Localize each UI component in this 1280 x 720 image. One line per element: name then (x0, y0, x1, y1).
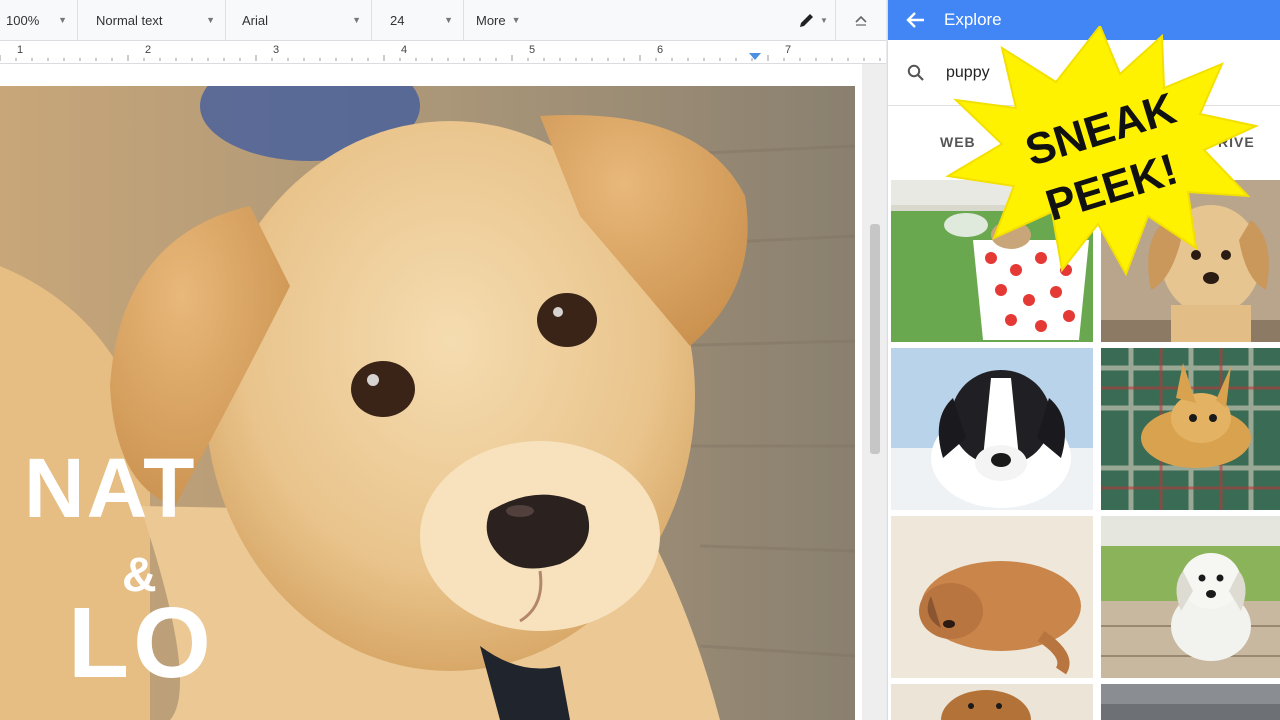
chevron-down-icon: ▼ (352, 15, 361, 25)
chevron-down-icon: ▼ (511, 15, 521, 25)
collapse-toolbar-button[interactable] (836, 0, 886, 40)
chevron-down-icon: ▼ (206, 15, 215, 25)
back-button[interactable] (888, 0, 944, 40)
scrollbar-thumb[interactable] (870, 224, 880, 454)
paragraph-style-dropdown[interactable]: Normal text ▼ (78, 0, 226, 40)
chevron-down-icon: ▼ (444, 15, 453, 25)
editing-mode-button[interactable]: ▼ (791, 0, 836, 40)
image-result[interactable] (1101, 516, 1280, 678)
image-result[interactable] (891, 348, 1093, 510)
formatting-toolbar: 100% ▼ Normal text ▼ Arial ▼ 24 ▼ More ▼… (0, 0, 886, 41)
font-size-value: 24 (390, 12, 405, 28)
nat-and-lo-logo: NAT & LO (24, 445, 215, 695)
sneak-peek-sticker: SNEAK PEEK! (945, 26, 1260, 276)
paragraph-style-value: Normal text (96, 12, 163, 28)
image-result[interactable] (891, 684, 1093, 720)
more-button[interactable]: More ▼ (464, 0, 540, 40)
ruler[interactable]: 1 2 3 4 5 6 7 (0, 41, 886, 64)
arrow-left-icon (906, 12, 924, 28)
logo-text-lo: LO (68, 587, 215, 695)
document-scrollbar[interactable] (868, 144, 882, 704)
image-result[interactable] (1101, 684, 1280, 720)
image-result[interactable] (891, 516, 1093, 678)
zoom-dropdown[interactable]: 100% ▼ (0, 0, 78, 40)
more-label: More (476, 12, 506, 28)
logo-text-nat: NAT (24, 445, 196, 535)
chevron-down-icon: ▼ (820, 15, 828, 25)
image-result[interactable] (1101, 348, 1280, 510)
font-size-dropdown[interactable]: 24 ▼ (372, 0, 464, 40)
search-icon[interactable] (888, 64, 944, 82)
chevron-down-icon: ▼ (58, 15, 67, 25)
font-dropdown[interactable]: Arial ▼ (226, 0, 372, 40)
font-value: Arial (242, 12, 269, 28)
pencil-icon (800, 14, 814, 27)
collapse-toolbar-icon (855, 15, 867, 26)
right-indent-marker[interactable] (749, 53, 761, 61)
zoom-value: 100% (6, 12, 40, 28)
